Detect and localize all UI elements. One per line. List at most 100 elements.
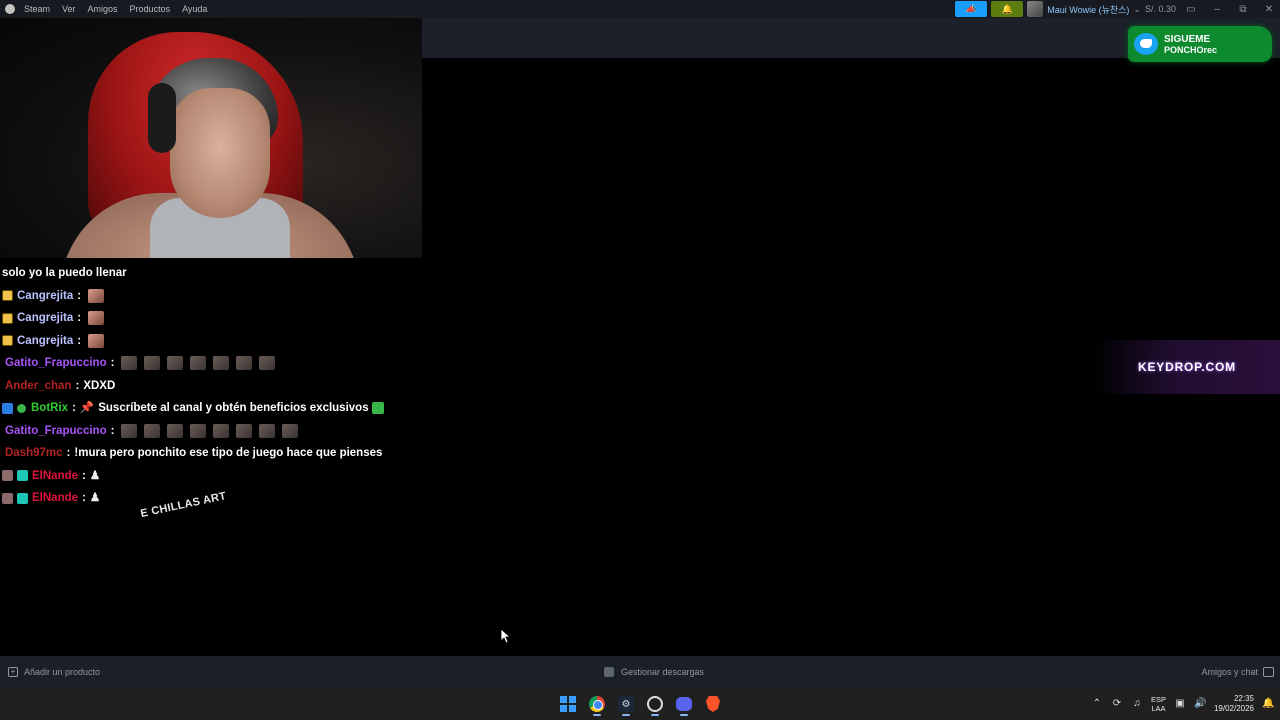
keyboard-layout: LAA — [1151, 704, 1166, 713]
windows-logo-icon — [560, 696, 576, 712]
chat-overlay: solo yo la puedo llenar Cangrejita : Can… — [2, 262, 422, 510]
menu-steam[interactable]: Steam — [18, 4, 56, 14]
bot-badge-icon — [2, 402, 13, 414]
taskbar-discord[interactable] — [672, 692, 696, 716]
chat-username: Dash97mc — [5, 447, 63, 459]
chat-separator: : — [77, 289, 82, 302]
pin-icon: 📌 — [79, 402, 95, 414]
chat-message: Dash97mc : !mura pero ponchito ese tipo … — [2, 442, 422, 465]
system-tray: ⌃ ⟳ ♫ ESP LAA ▣ 🔊 22:35 19/02/2026 🔔 — [1091, 688, 1275, 720]
crown-badge-icon — [2, 290, 13, 302]
chat-separator: : — [82, 469, 86, 482]
clock[interactable]: 22:35 19/02/2026 — [1214, 694, 1254, 714]
start-button[interactable] — [556, 692, 580, 716]
discord-icon — [676, 697, 692, 711]
notification-bell-icon[interactable]: 🔔 — [1262, 698, 1274, 710]
chat-text: !mura pero ponchito ese tipo de juego ha… — [74, 447, 383, 459]
chat-username: BotRix — [31, 402, 69, 414]
menu-friends[interactable]: Amigos — [82, 4, 124, 14]
emote-icon — [213, 423, 230, 438]
emote-icon — [259, 356, 276, 371]
emote-icon — [236, 356, 253, 371]
emote-icon — [144, 356, 161, 371]
webcam-headset — [148, 83, 176, 153]
notifications-button[interactable]: 🔔 — [991, 1, 1024, 17]
webcam-face — [170, 88, 270, 218]
chevron-up-icon[interactable]: ⌃ — [1091, 698, 1103, 710]
taskbar-steam[interactable]: ⚙ — [614, 692, 638, 716]
bell-icon: 🔔 — [1001, 3, 1013, 14]
chat-separator: : — [72, 402, 76, 414]
chat-username: Gatito_Frapuccino — [5, 357, 107, 369]
manage-downloads-button[interactable]: Gestionar descargas — [604, 667, 704, 677]
emote-icon — [167, 423, 184, 438]
volume-icon[interactable]: 🔊 — [1194, 698, 1206, 710]
brave-icon — [706, 696, 720, 712]
keydrop-banner: KEYDROP.COM — [1094, 340, 1280, 394]
emote-icon — [88, 311, 105, 326]
pawn-emote-icon: ♟ — [89, 469, 101, 482]
clock-date: 19/02/2026 — [1213, 704, 1254, 713]
emote-icon — [88, 288, 105, 303]
emote-icon — [121, 356, 138, 371]
user-badge-icon — [2, 492, 13, 504]
twitter-handle: PONCHOrec — [1164, 44, 1218, 55]
chat-username: Cangrejita — [17, 289, 74, 302]
steam-logo-icon — [5, 4, 15, 14]
megaphone-icon: 📣 — [965, 3, 977, 14]
menu-help[interactable]: Ayuda — [176, 4, 213, 14]
chat-message: Cangrejita : — [2, 330, 422, 353]
gift-badge-icon — [17, 492, 28, 504]
chat-partial-message: solo yo la puedo llenar — [2, 262, 422, 285]
account-username[interactable]: Maui Wowie (뉴찬스) — [1047, 3, 1129, 16]
chat-message: Cangrejita : — [2, 307, 422, 330]
microphone-icon[interactable]: ♫ — [1131, 698, 1143, 710]
chat-separator: : — [82, 492, 86, 504]
emote-icon — [190, 356, 207, 371]
twitter-line1: SIGUEME — [1164, 33, 1211, 45]
menu-products[interactable]: Productos — [124, 4, 177, 14]
chat-message: Gatito_Frapuccino : — [2, 352, 422, 375]
checkmark-icon — [371, 402, 384, 415]
chat-separator: : — [75, 379, 80, 392]
crown-badge-icon — [2, 312, 13, 324]
chat-username: Cangrejita — [17, 312, 74, 324]
chevron-down-icon[interactable]: ⌄ — [1133, 4, 1141, 15]
avatar[interactable] — [1027, 1, 1044, 17]
chat-message: ElNande : ♟ — [2, 465, 422, 488]
announcements-button[interactable]: 📣 — [955, 1, 988, 17]
downloads-icon — [604, 667, 614, 677]
minimize-icon[interactable]: – — [1206, 4, 1228, 15]
maximize-icon[interactable]: ⧉ — [1232, 4, 1254, 15]
taskbar-brave[interactable] — [701, 692, 725, 716]
user-badge-icon — [2, 470, 13, 482]
taskbar-chrome[interactable] — [585, 692, 609, 716]
sync-icon[interactable]: ⟳ — [1111, 698, 1123, 710]
chat-message: Cangrejita : — [2, 285, 422, 308]
wallet-balance: S/. 0.30 — [1144, 4, 1176, 14]
webcam-feed — [0, 18, 422, 258]
chrome-icon — [589, 696, 605, 712]
emote-icon — [88, 333, 105, 348]
taskbar-apps: ⚙ — [556, 692, 725, 716]
language-indicator[interactable]: ESP LAA — [1151, 695, 1166, 713]
menu-view[interactable]: Ver — [56, 4, 82, 14]
add-product-button[interactable]: + Añadir un producto — [8, 667, 100, 677]
friends-chat-button[interactable]: Amigos y chat — [1201, 667, 1274, 677]
friends-chat-label: Amigos y chat — [1201, 667, 1258, 677]
close-icon[interactable]: ✕ — [1258, 4, 1280, 15]
chat-separator: : — [77, 334, 82, 347]
account-area: 📣 🔔 Maui Wowie (뉴찬스) ⌄ S/. 0.30 ▭ – ⧉ ✕ — [955, 0, 1280, 18]
taskbar-obs[interactable] — [643, 692, 667, 716]
keydrop-text: KEYDROP.COM — [1138, 360, 1236, 374]
big-picture-icon[interactable]: ▭ — [1180, 4, 1202, 15]
chat-text: XDXD — [83, 379, 116, 392]
chat-icon — [1263, 667, 1274, 677]
emote-icon — [190, 423, 207, 438]
network-icon[interactable]: ▣ — [1174, 698, 1186, 710]
pawn-emote-icon: ♟ — [89, 492, 101, 504]
chat-username: Cangrejita — [17, 334, 74, 347]
chat-partial-text: solo yo la puedo llenar — [2, 267, 127, 279]
chat-username: ElNande — [32, 492, 79, 504]
steam-bottombar: + Añadir un producto Gestionar descargas… — [0, 656, 1280, 688]
